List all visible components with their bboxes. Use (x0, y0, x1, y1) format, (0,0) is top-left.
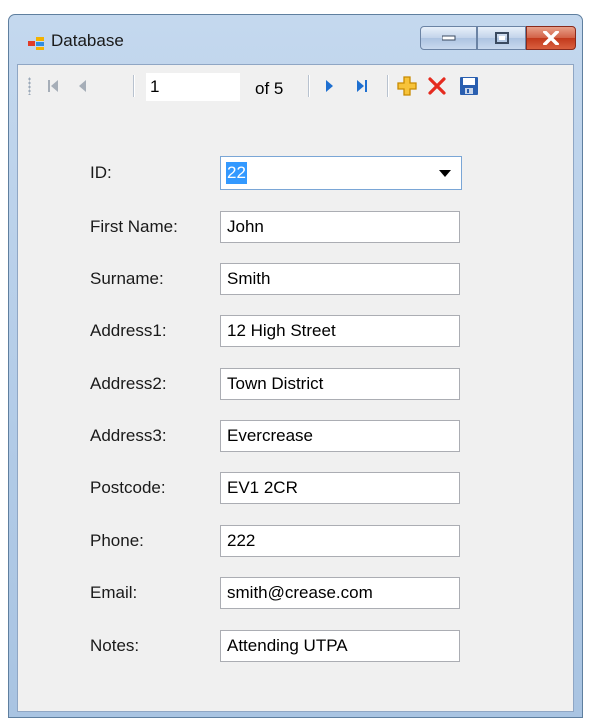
id-label: ID: (90, 163, 112, 182)
close-button[interactable] (526, 26, 576, 50)
address3-label: Address3: (90, 426, 167, 445)
address2-field[interactable] (220, 368, 460, 400)
title-bar[interactable]: Database (9, 15, 582, 66)
move-previous-button[interactable] (70, 73, 96, 99)
phone-label: Phone: (90, 531, 144, 550)
postcode-label: Postcode: (90, 478, 166, 497)
app-icon (28, 37, 44, 50)
move-next-icon (326, 80, 333, 92)
record-count-label: of 5 (255, 79, 284, 98)
save-icon (460, 77, 478, 95)
id-value: 22 (226, 162, 247, 184)
first-name-label: First Name: (90, 217, 178, 236)
minimize-button[interactable] (420, 26, 477, 50)
delete-button[interactable] (424, 73, 450, 99)
move-last-icon (357, 80, 367, 92)
toolbar-separator (387, 75, 388, 97)
database-window: Database 1 of 5 ID: 22 First Name: John … (8, 14, 583, 718)
chevron-down-icon[interactable] (439, 170, 451, 177)
minimize-icon (441, 35, 455, 41)
email-label: Email: (90, 583, 138, 602)
save-button[interactable] (456, 73, 482, 99)
surname-label: Surname: (90, 269, 164, 288)
notes-label: Notes: (90, 636, 140, 655)
toolbar-separator (133, 75, 134, 97)
id-combobox[interactable]: 22 (220, 156, 462, 190)
notes-field[interactable] (220, 630, 460, 662)
window-title: Database (51, 31, 124, 50)
address3-field[interactable] (220, 420, 460, 452)
toolbar-separator (308, 75, 309, 97)
move-next-button[interactable] (316, 73, 342, 99)
maximize-icon (494, 32, 509, 44)
address1-label: Address1: (90, 321, 167, 340)
position-input[interactable] (146, 73, 240, 101)
add-new-icon (397, 76, 417, 96)
toolbar-grip[interactable] (28, 77, 31, 95)
phone-field[interactable] (220, 525, 460, 557)
address1-field[interactable] (220, 315, 460, 347)
first-name-field[interactable] (220, 211, 460, 243)
postcode-field[interactable] (220, 472, 460, 504)
form-client-area: of 5 (17, 64, 574, 712)
move-first-button[interactable] (40, 73, 66, 99)
move-last-button[interactable] (349, 73, 375, 99)
address2-label: Address2: (90, 374, 167, 393)
binding-navigator-toolbar: of 5 (18, 65, 573, 105)
maximize-button[interactable] (477, 26, 526, 50)
move-first-icon (48, 80, 58, 92)
move-previous-icon (79, 80, 86, 92)
add-new-button[interactable] (394, 73, 420, 99)
surname-field[interactable] (220, 263, 460, 295)
close-icon (543, 31, 559, 45)
delete-icon (428, 77, 446, 95)
email-field[interactable] (220, 577, 460, 609)
